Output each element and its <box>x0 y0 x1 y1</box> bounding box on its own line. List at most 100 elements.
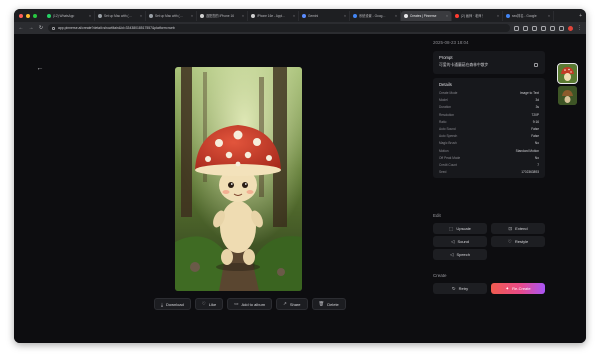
details-panel: 2025-08-23 18:04 Prompt 可爱的卡通蘑菇在森林中散步 De… <box>424 34 550 318</box>
browser-tab[interactable]: 系统设置 - Goog… × <box>350 10 401 21</box>
tab-close-icon[interactable]: × <box>191 14 193 18</box>
delete-button[interactable]: 🗑 Delete <box>311 298 346 310</box>
tab-close-icon[interactable]: × <box>242 14 244 18</box>
speech-button[interactable]: ◁ Speech <box>433 249 487 260</box>
detail-row: Model 3d <box>439 98 539 102</box>
tab-list: (12) WhatsApp × Set up Mac with (… × Set up … <box>44 9 575 22</box>
edit-label: Sound <box>457 239 470 244</box>
detail-value: 9:16 <box>532 119 539 124</box>
edit-section-title: Edit <box>433 213 441 218</box>
download-button[interactable]: ⤓ Download <box>154 298 191 310</box>
more-menu-icon[interactable]: ⋮ <box>577 25 582 31</box>
prompt-text: 可爱的卡通蘑菇在森林中散步 <box>439 63 489 67</box>
translate-icon[interactable] <box>514 25 519 31</box>
detail-key: Ratio <box>439 119 447 124</box>
thumbnail-mushroom-image <box>558 86 577 105</box>
detail-key: Duration <box>439 105 452 110</box>
maximize-window-button[interactable] <box>33 13 37 18</box>
thumbnail-strip <box>557 63 578 105</box>
detail-key: Create Mode <box>439 91 458 95</box>
site-info-icon[interactable] <box>52 26 55 30</box>
back-arrow-icon[interactable]: ← <box>36 65 44 73</box>
detail-value: No <box>534 155 539 160</box>
sound-icon: ◁ <box>450 238 455 244</box>
tab-close-icon[interactable]: × <box>293 14 295 18</box>
detail-row: Credit Count 7 <box>439 163 539 167</box>
bookmark-star-icon[interactable] <box>523 25 528 31</box>
tab-close-icon[interactable]: × <box>497 14 499 18</box>
sidebar-icon[interactable] <box>559 25 564 31</box>
details-card: Details Create Mode Image to Text Model 3d D… <box>433 78 545 178</box>
download-status-icon[interactable] <box>550 25 555 31</box>
tab-label: seo排名 - Google <box>512 14 537 18</box>
forward-nav-button[interactable]: → <box>28 25 34 31</box>
back-nav-button[interactable]: ← <box>18 25 24 31</box>
browser-tab[interactable]: Creates | Pinnerse × <box>401 10 452 21</box>
tab-close-icon[interactable]: × <box>446 14 448 18</box>
detail-key: Auto Speech <box>439 134 458 139</box>
tab-label: 选配您的 iPhone 16 <box>206 14 234 18</box>
tab-close-icon[interactable]: × <box>395 14 397 18</box>
tab-close-icon[interactable]: × <box>548 14 550 18</box>
retry-icon: ↻ <box>451 285 456 291</box>
browser-tab[interactable]: Set up Mac with (… × <box>146 10 197 21</box>
browser-window: (12) WhatsApp × Set up Mac with (… × Set up … <box>14 9 586 343</box>
browser-tab[interactable]: Gemini × <box>299 10 350 21</box>
detail-row: Auto Sound False <box>439 127 539 131</box>
new-tab-button[interactable]: + <box>575 13 586 19</box>
tab-label: (2) 画师 · 老师！ <box>461 14 485 18</box>
extensions-puzzle-icon[interactable] <box>541 25 546 31</box>
browser-tab[interactable]: (2) 画师 · 老师！ × <box>452 10 503 21</box>
upscale-button[interactable]: ⬚ Upscale <box>433 223 487 234</box>
action-label: Like <box>208 301 217 307</box>
traffic-lights <box>14 13 44 18</box>
tab-favicon-icon <box>455 13 459 18</box>
tab-close-icon[interactable]: × <box>89 14 91 18</box>
edit-label: Speech <box>456 252 471 257</box>
detail-key: Magic Brush <box>439 141 457 146</box>
prompt-title: Prompt <box>439 55 453 60</box>
browser-tab[interactable]: iPhone 16e - Appl… × <box>248 10 299 21</box>
detail-value: Standard Motion <box>515 148 539 153</box>
extension-icon[interactable] <box>532 25 537 31</box>
detail-value: False <box>531 134 539 139</box>
download-icon: ⤓ <box>161 301 163 307</box>
close-window-button[interactable] <box>19 13 23 18</box>
like-button[interactable]: ♡ Like <box>194 298 224 310</box>
minimize-window-button[interactable] <box>26 13 30 18</box>
generated-image[interactable] <box>175 67 302 291</box>
detail-value: 3s <box>535 105 539 110</box>
detail-key: Off Peak Mode <box>439 155 461 160</box>
detail-row: Seed 1702363893 <box>439 170 539 174</box>
action-label: Delete <box>327 301 339 307</box>
speech-icon: ◁ <box>449 251 454 257</box>
share-button[interactable]: ↗ Share <box>276 298 308 310</box>
detail-key: Model <box>439 98 448 103</box>
share-icon: ↗ <box>283 301 287 306</box>
thumbnail-selected[interactable] <box>557 63 578 84</box>
action-label: Share <box>289 301 301 307</box>
tab-close-icon[interactable]: × <box>344 14 346 18</box>
detail-value: No <box>534 141 539 146</box>
thumbnail[interactable] <box>558 86 577 105</box>
address-bar[interactable]: app.pinnerse.ai/create?detail=showMain&i… <box>48 24 510 32</box>
add-to-album-button[interactable]: ▭ Add to album <box>227 298 273 310</box>
action-label: Download <box>166 301 184 307</box>
toolbar-icons: ⋮ <box>514 25 582 31</box>
detail-value: 720P <box>531 112 539 117</box>
sound-button[interactable]: ◁ Sound <box>433 236 487 247</box>
tab-label: Gemini <box>308 13 319 18</box>
browser-tab[interactable]: (12) WhatsApp × <box>44 10 95 21</box>
restyle-button[interactable]: ♡ Restyle <box>491 236 545 247</box>
browser-tab[interactable]: Set up Mac with (… × <box>95 10 146 21</box>
browser-tab[interactable]: 选配您的 iPhone 16 × <box>197 10 248 21</box>
profile-avatar-icon[interactable] <box>568 25 573 31</box>
browser-tab[interactable]: seo排名 - Google × <box>503 10 554 21</box>
tab-favicon-icon <box>149 13 153 18</box>
copy-icon[interactable] <box>534 63 538 67</box>
retry-button[interactable]: ↻ Retry <box>433 283 487 294</box>
extend-button[interactable]: ⊡ Extend <box>491 223 545 234</box>
reload-button[interactable]: ↻ <box>38 25 44 31</box>
recreate-button[interactable]: ✦ Re-Create <box>491 283 545 294</box>
tab-close-icon[interactable]: × <box>140 14 142 18</box>
